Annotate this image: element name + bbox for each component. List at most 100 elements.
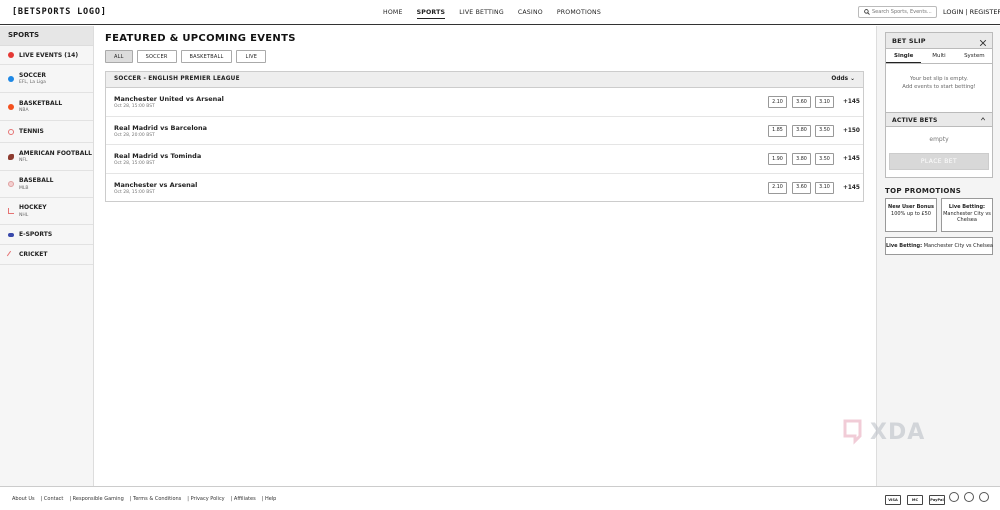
social-icon-1[interactable] <box>949 492 959 502</box>
sidebar-item-baseball[interactable]: BASEBALL MLB <box>0 171 93 198</box>
promo-live-betting[interactable]: Live Betting: Manchester City vs Chelsea <box>941 198 993 232</box>
soccer-ball-icon <box>8 75 14 82</box>
sidebar-item-sub: NBA <box>19 108 29 114</box>
active-bets-title: ACTIVE BETS <box>892 117 938 124</box>
search-icon <box>864 9 870 15</box>
gamepad-icon <box>8 232 14 237</box>
footer-link-affiliates[interactable]: | Affiliates <box>231 496 256 502</box>
sidebar-item-basketball[interactable]: BASKETBALL NBA <box>0 93 93 121</box>
sidebar-title: SPORTS <box>0 26 93 46</box>
table-row[interactable]: Manchester vs Arsenal Oct 28, 15:00 BST … <box>106 174 863 203</box>
odds-header-label: Odds <box>831 76 849 82</box>
empty-line-2: Add events to start betting! <box>902 84 976 90</box>
page-footer: About Us | Contact | Responsible Gaming … <box>0 486 1000 510</box>
promo-live-betting-banner[interactable]: Live Betting: Manchester City vs Chelsea <box>885 237 993 255</box>
footer-link-terms[interactable]: | Terms & Conditions <box>130 496 182 502</box>
table-row[interactable]: Real Madrid vs Tominda Oct 28, 15:00 BST… <box>106 145 863 174</box>
league-name: SOCCER - ENGLISH PREMIER LEAGUE <box>114 76 240 82</box>
league-event-table: SOCCER - ENGLISH PREMIER LEAGUE Odds ⌄ M… <box>105 71 864 202</box>
match-time: Oct 28, 15:00 BST <box>114 104 155 109</box>
more-markets-link[interactable]: +150 <box>843 128 860 134</box>
promo-banner-heading: Live Betting: <box>886 243 923 249</box>
tab-single[interactable]: Single <box>886 49 922 63</box>
odds-home-button[interactable]: 2.10 <box>768 96 787 108</box>
odds-home-button[interactable]: 2.10 <box>768 181 787 194</box>
odds-draw-button[interactable]: 3.60 <box>792 96 811 108</box>
nav-home[interactable]: HOME <box>383 9 403 19</box>
watermark-text: XDA <box>870 419 926 445</box>
more-markets-link[interactable]: +145 <box>843 99 860 105</box>
tab-system[interactable]: System <box>957 49 992 63</box>
nav-casino[interactable]: CASINO <box>518 9 543 19</box>
odds-draw-button[interactable]: 3.80 <box>792 124 811 137</box>
odds-away-button[interactable]: 3.50 <box>815 124 834 137</box>
sidebar-item-label: CRICKET <box>19 251 48 258</box>
more-markets-link[interactable]: +145 <box>843 156 860 162</box>
sort-arrow-icon: ⌄ <box>850 76 855 82</box>
bet-type-tabs: Single Multi System <box>886 49 992 64</box>
filter-live-button[interactable]: LIVE <box>236 50 267 63</box>
match-title[interactable]: Manchester United vs Arsenal <box>114 95 224 103</box>
social-icon-3[interactable] <box>979 492 989 502</box>
league-header: SOCCER - ENGLISH PREMIER LEAGUE Odds ⌄ <box>106 72 863 88</box>
football-icon <box>8 153 14 160</box>
sidebar-item-label: BASEBALL <box>19 177 54 185</box>
odds-home-button[interactable]: 1.85 <box>768 124 787 137</box>
site-logo[interactable]: [BETSPORTS LOGO] <box>12 7 107 17</box>
footer-link-help[interactable]: | Help <box>262 496 277 502</box>
place-bet-button[interactable]: PLACE BET <box>889 153 989 170</box>
close-icon[interactable] <box>978 35 988 47</box>
sidebar-item-american-football[interactable]: AMERICAN FOOTBALL NFL <box>0 143 93 171</box>
mastercard-badge: MC <box>907 495 923 505</box>
chevron-up-icon[interactable] <box>980 116 986 122</box>
odds-away-button[interactable]: 3.10 <box>815 181 834 194</box>
nav-live-betting[interactable]: LIVE BETTING <box>459 9 504 19</box>
xda-watermark: XDA <box>842 418 925 446</box>
sidebar-item-esports[interactable]: E-SPORTS <box>0 225 93 245</box>
baseball-icon <box>8 181 14 187</box>
match-time: Oct 28, 15:00 BST <box>114 161 155 166</box>
event-filters: ALL SOCCER BASKETBALL LIVE <box>105 50 270 63</box>
main-content: FEATURED & UPCOMING EVENTS ALL SOCCER BA… <box>95 26 875 486</box>
sidebar-item-cricket[interactable]: CRICKET <box>0 245 93 265</box>
footer-link-responsible-gaming[interactable]: | Responsible Gaming <box>69 496 123 502</box>
filter-soccer-button[interactable]: SOCCER <box>136 50 177 63</box>
sidebar-item-sub: NHL <box>19 212 29 218</box>
promo-new-user-bonus[interactable]: New User Bonus 100% up to £50 <box>885 198 937 232</box>
cricket-bat-icon <box>6 250 16 259</box>
more-markets-link[interactable]: +145 <box>843 185 860 191</box>
sports-sidebar: SPORTS LIVE EVENTS (14) SOCCER EFL, La L… <box>0 26 94 486</box>
odds-away-button[interactable]: 3.10 <box>815 96 834 108</box>
sidebar-item-soccer[interactable]: SOCCER EFL, La Liga <box>0 65 93 93</box>
bet-slip-empty-message: Your bet slip is empty. Add events to st… <box>886 64 992 112</box>
odds-draw-button[interactable]: 3.60 <box>792 181 811 194</box>
active-bets-header[interactable]: ACTIVE BETS <box>886 112 992 127</box>
footer-link-about[interactable]: About Us <box>12 496 35 502</box>
match-title[interactable]: Manchester vs Arsenal <box>114 181 197 189</box>
sidebar-item-label: LIVE EVENTS (14) <box>19 51 79 59</box>
login-register-link[interactable]: LOGIN | REGISTER <box>943 8 1000 16</box>
table-row[interactable]: Manchester United vs Arsenal Oct 28, 15:… <box>106 88 863 117</box>
odds-draw-button[interactable]: 3.80 <box>792 153 811 165</box>
social-icon-2[interactable] <box>964 492 974 502</box>
footer-link-contact[interactable]: | Contact <box>41 496 64 502</box>
match-title[interactable]: Real Madrid vs Tominda <box>114 152 201 160</box>
match-time: Oct 28, 20:00 BST <box>114 132 155 138</box>
search-box[interactable] <box>858 6 937 18</box>
search-input[interactable] <box>872 9 936 15</box>
sidebar-item-hockey[interactable]: HOCKEY NHL <box>0 198 93 225</box>
match-time: Oct 28, 15:00 BST <box>114 189 155 195</box>
match-title[interactable]: Real Madrid vs Barcelona <box>114 124 207 132</box>
odds-sort-header[interactable]: Odds ⌄ <box>831 76 855 82</box>
footer-link-privacy[interactable]: | Privacy Policy <box>187 496 224 502</box>
odds-home-button[interactable]: 1.90 <box>768 153 787 165</box>
sidebar-item-tennis[interactable]: TENNIS <box>0 121 93 143</box>
nav-sports[interactable]: SPORTS <box>416 9 446 19</box>
tab-multi[interactable]: Multi <box>921 49 956 63</box>
sidebar-item-live-events[interactable]: LIVE EVENTS (14) <box>0 46 93 65</box>
nav-promotions[interactable]: PROMOTIONS <box>557 9 601 19</box>
odds-away-button[interactable]: 3.50 <box>815 153 834 165</box>
table-row[interactable]: Real Madrid vs Barcelona Oct 28, 20:00 B… <box>106 117 863 145</box>
filter-basketball-button[interactable]: BASKETBALL <box>180 50 233 63</box>
filter-all-button[interactable]: ALL <box>105 50 133 63</box>
